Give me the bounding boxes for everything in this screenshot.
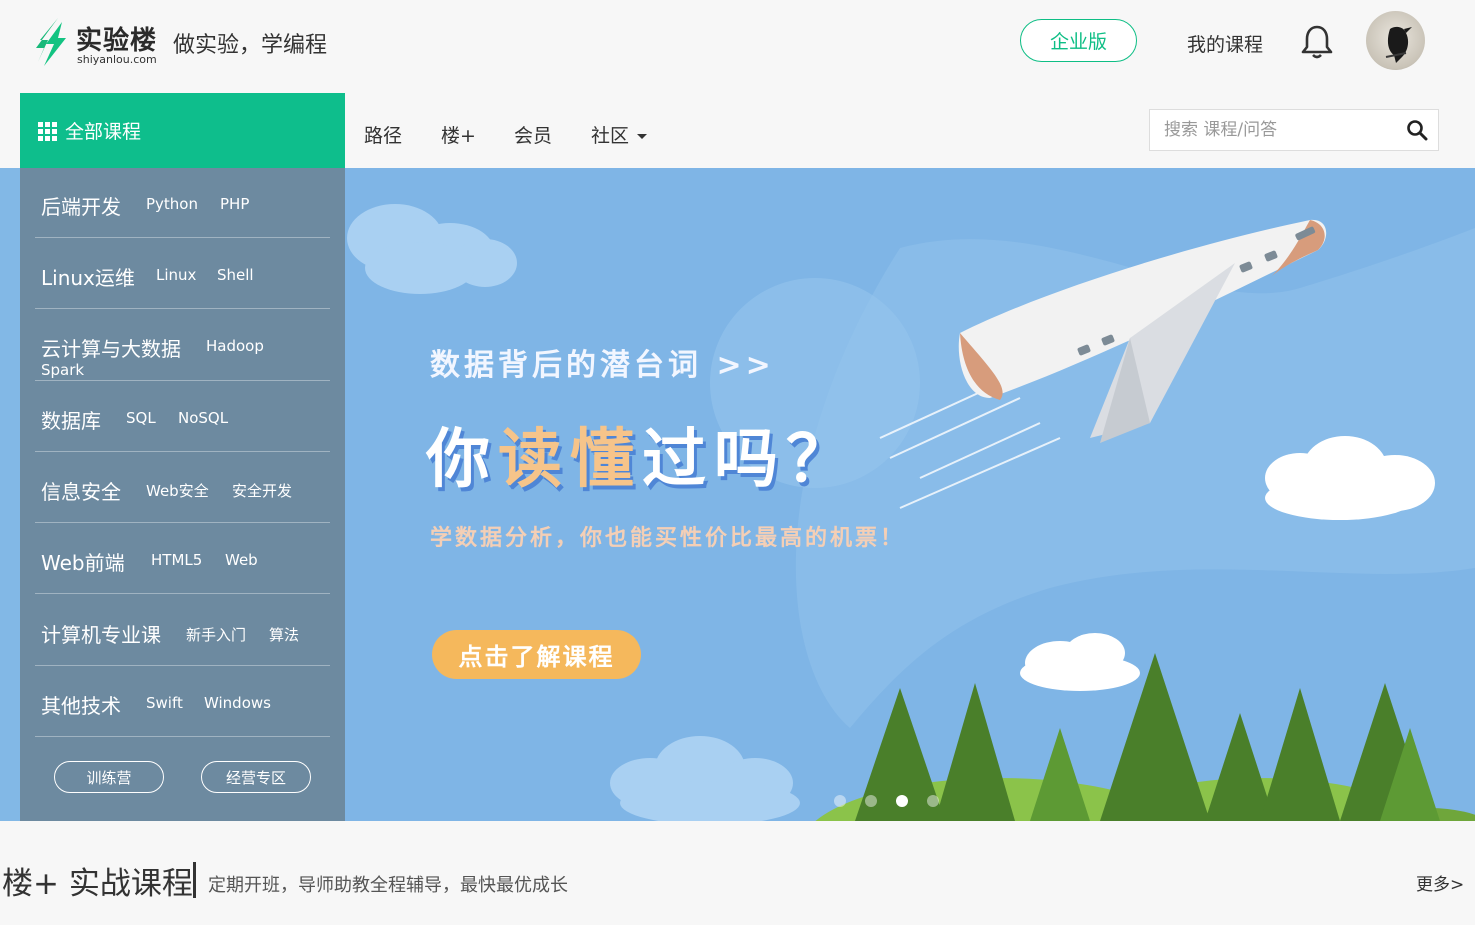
banner-headline: 你读懂过吗？ <box>426 408 858 500</box>
category-name[interactable]: Web前端 <box>41 547 125 576</box>
category-tag[interactable]: Windows <box>204 694 271 712</box>
banner-headline-part1: 你 <box>426 423 498 497</box>
category-frontend[interactable]: Web前端 HTML5 Web <box>35 523 330 594</box>
category-tag[interactable]: Spark <box>41 361 84 379</box>
bootcamp-button[interactable]: 训练营 <box>54 761 164 793</box>
site-header: 实验楼 shiyanlou.com 做实验，学编程 企业版 我的课程 <box>0 0 1475 93</box>
carousel-dot[interactable] <box>927 795 939 807</box>
category-backend[interactable]: 后端开发 Python PHP <box>35 168 330 238</box>
category-cs-courses[interactable]: 计算机专业课 新手入门 算法 <box>35 594 330 666</box>
more-link[interactable]: 更多> <box>1416 870 1464 895</box>
category-tag[interactable]: Web <box>225 551 258 569</box>
search-box <box>1149 109 1439 151</box>
banner-headline-part2: 过吗？ <box>642 423 858 497</box>
section-description: 定期开班，导师助教全程辅导，最快最优成长 <box>208 875 568 896</box>
banner-description: 学数据分析，你也能买性价比最高的机票！ <box>430 526 906 551</box>
category-name[interactable]: 其他技术 <box>41 690 121 719</box>
banner-subtitle: 数据背后的潜台词 >> <box>430 348 775 383</box>
banner-headline-highlight: 读懂 <box>498 423 642 497</box>
business-zone-button[interactable]: 经营专区 <box>201 761 311 793</box>
logo-domain: shiyanlou.com <box>77 53 157 66</box>
category-database[interactable]: 数据库 SQL NoSQL <box>35 381 330 452</box>
category-tag[interactable]: SQL <box>126 409 156 427</box>
logo-name: 实验楼 <box>76 26 158 56</box>
category-tag[interactable]: PHP <box>220 195 249 213</box>
carousel-dot[interactable] <box>834 795 846 807</box>
category-linux[interactable]: Linux运维 Linux Shell <box>35 238 330 309</box>
category-cloud-bigdata[interactable]: 云计算与大数据 Hadoop Spark <box>35 309 330 381</box>
category-tag[interactable]: 新手入门 <box>186 624 246 645</box>
category-tag[interactable]: Python <box>146 195 198 213</box>
category-sidebar: 后端开发 Python PHP Linux运维 Linux Shell 云计算与… <box>20 168 345 821</box>
nav-item-membership[interactable]: 会员 <box>514 121 552 148</box>
caret-down-icon <box>637 134 648 139</box>
enterprise-button[interactable]: 企业版 <box>1020 19 1137 62</box>
category-tag[interactable]: 安全开发 <box>232 480 292 501</box>
site-logo[interactable]: 实验楼 shiyanlou.com <box>36 16 166 68</box>
nav-item-community[interactable]: 社区 <box>591 121 648 148</box>
nav-item-paths[interactable]: 路径 <box>364 121 402 148</box>
section-divider <box>193 862 196 898</box>
category-name[interactable]: 信息安全 <box>41 476 121 505</box>
section-title: 楼+ 实战课程 <box>2 866 193 902</box>
category-tag[interactable]: Hadoop <box>206 337 264 355</box>
nav-item-louplus[interactable]: 楼+ <box>441 121 476 148</box>
all-courses-label: 全部课程 <box>65 121 142 143</box>
banner-cta-button[interactable]: 点击了解课程 <box>432 630 641 679</box>
category-security[interactable]: 信息安全 Web安全 安全开发 <box>35 452 330 523</box>
category-tag[interactable]: NoSQL <box>178 409 228 427</box>
avatar-bird-image <box>1385 26 1412 63</box>
search-icon[interactable] <box>1406 119 1428 141</box>
user-avatar[interactable] <box>1366 11 1425 70</box>
carousel-dot[interactable] <box>865 795 877 807</box>
category-name[interactable]: 计算机专业课 <box>41 619 161 648</box>
category-other[interactable]: 其他技术 Swift Windows <box>35 666 330 737</box>
main-nav: 全部课程 路径 楼+ 会员 社区 <box>0 93 1475 168</box>
logo-icon <box>36 18 66 66</box>
site-slogan: 做实验，学编程 <box>173 33 328 58</box>
all-courses-button[interactable]: 全部课程 <box>20 93 345 168</box>
search-input[interactable] <box>1150 110 1400 150</box>
category-name[interactable]: Linux运维 <box>41 262 135 291</box>
category-tag[interactable]: HTML5 <box>151 551 202 569</box>
my-courses-link[interactable]: 我的课程 <box>1187 30 1263 57</box>
category-tag[interactable]: Web安全 <box>146 480 209 501</box>
grid-icon <box>38 122 59 141</box>
carousel-dot[interactable] <box>896 795 908 807</box>
category-name[interactable]: 数据库 <box>41 405 101 434</box>
category-tag[interactable]: 算法 <box>269 624 299 645</box>
category-tag[interactable]: Shell <box>217 266 254 284</box>
category-tag[interactable]: Swift <box>146 694 183 712</box>
category-name[interactable]: 后端开发 <box>41 191 121 220</box>
category-name[interactable]: 云计算与大数据 <box>41 333 181 362</box>
carousel-dots <box>834 795 939 807</box>
bell-icon[interactable] <box>1300 24 1334 60</box>
nav-item-community-label: 社区 <box>591 125 630 147</box>
category-tag[interactable]: Linux <box>156 266 196 284</box>
